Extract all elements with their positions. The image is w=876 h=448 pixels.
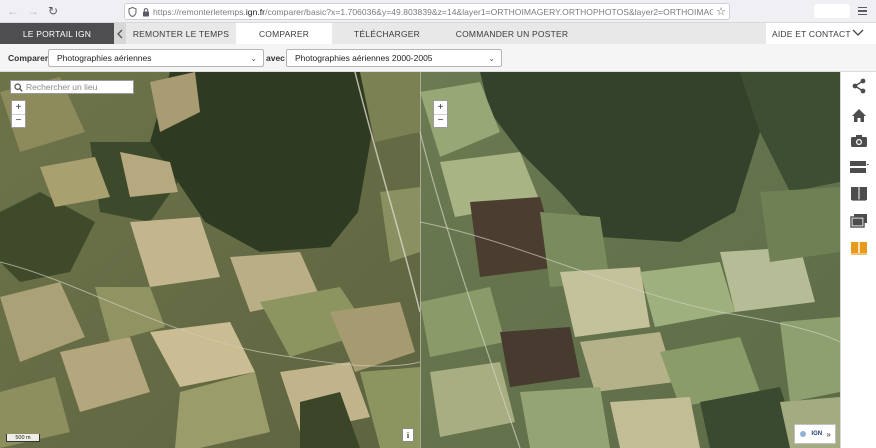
layer1-select[interactable]: Photographies aériennes ⌄ [48, 49, 264, 67]
chevron-down-icon: ⌄ [488, 53, 495, 63]
chevron-down-icon [852, 29, 864, 36]
layer1-value: Photographies aériennes [57, 53, 152, 63]
nav-back-button[interactable] [114, 23, 126, 44]
left-map-panel [0, 72, 421, 448]
book-open-icon [851, 241, 867, 255]
right-zoom-control: + − [433, 100, 448, 128]
compare-divider[interactable] [420, 72, 421, 448]
home-icon [852, 108, 866, 122]
print-button[interactable] [848, 209, 870, 231]
tab-commander-un-poster[interactable]: COMMANDER UN POSTER [442, 23, 582, 44]
reload-icon: ↻ [47, 4, 59, 18]
forward-button[interactable]: → [24, 2, 42, 20]
browser-menu-button[interactable] [856, 3, 870, 19]
camera-icon [851, 135, 867, 147]
info-button[interactable]: i [402, 428, 414, 442]
right-zoom-out-button[interactable]: − [434, 114, 447, 127]
reload-button[interactable]: ↻ [44, 2, 62, 20]
chevron-left-icon [117, 29, 123, 38]
share-icon [852, 78, 866, 94]
left-zoom-in-button[interactable]: + [12, 101, 25, 114]
ign-attribution[interactable]: IGN » [794, 424, 836, 444]
place-search[interactable] [10, 80, 134, 94]
url-text: https://remonterletemps.ign.fr/comparer/… [153, 7, 713, 17]
tab-telecharger[interactable]: TÉLÉCHARGER [332, 23, 442, 44]
home-button[interactable] [848, 104, 870, 126]
arrow-right-icon: → [27, 4, 39, 18]
hamburger-icon [858, 6, 867, 9]
profile-area[interactable] [814, 4, 850, 18]
map-compare-view[interactable]: + − + − 500 m i IGN » [0, 72, 840, 448]
compare-mode-button[interactable] [848, 182, 870, 204]
bookmark-button[interactable]: ☆ [713, 5, 729, 18]
search-input[interactable] [26, 82, 131, 92]
scale-bar: 500 m [6, 434, 40, 442]
layers-icon [850, 161, 869, 173]
guide-button[interactable] [848, 236, 870, 258]
compare-toolbar: Comparer Photographies aériennes ⌄ avec … [0, 44, 876, 72]
lock-icon [139, 5, 153, 19]
help-contact-menu[interactable]: AIDE ET CONTACT [766, 23, 876, 44]
back-button[interactable]: ← [4, 2, 22, 20]
tools-panel [840, 72, 876, 448]
layer2-value: Photographies aériennes 2000-2005 [295, 53, 433, 63]
left-zoom-control: + − [11, 100, 26, 128]
right-zoom-in-button[interactable]: + [434, 101, 447, 114]
layer2-select[interactable]: Photographies aériennes 2000-2005 ⌄ [286, 49, 502, 67]
scale-label: 500 m [15, 434, 31, 441]
book-icon [851, 186, 867, 201]
shield-icon [125, 5, 139, 19]
url-host: ign.fr [245, 6, 266, 17]
photo-button[interactable] [848, 130, 870, 152]
left-zoom-out-button[interactable]: − [12, 114, 25, 127]
chevron-down-icon: ⌄ [250, 53, 257, 63]
hamburger-line [858, 13, 867, 16]
attribution-collapse-button[interactable]: » [826, 430, 830, 439]
compare-label: Comparer [8, 52, 49, 63]
share-button[interactable] [848, 75, 870, 97]
tab-comparer[interactable]: COMPARER [236, 23, 332, 44]
star-icon: ☆ [716, 6, 726, 18]
stack-icon [850, 213, 867, 228]
ign-logo-icon [799, 430, 807, 438]
portal-ign-link[interactable]: LE PORTAIL IGN [0, 23, 114, 44]
layers-button[interactable] [848, 156, 870, 178]
browser-toolbar: ← → ↻ https://remonterletemps.ign.fr/com… [0, 0, 876, 23]
tab-remonter-le-temps[interactable]: REMONTER LE TEMPS [126, 23, 236, 44]
with-label: avec [266, 53, 285, 63]
help-label: AIDE ET CONTACT [772, 28, 851, 39]
url-prefix: https://remonterletemps. [153, 6, 246, 17]
search-icon [14, 82, 23, 92]
url-bar[interactable]: https://remonterletemps.ign.fr/comparer/… [124, 3, 730, 20]
url-path: /comparer/basic?x=1.706036&y=49.803839&z… [265, 6, 713, 17]
main-navigation: LE PORTAIL IGN REMONTER LE TEMPS COMPARE… [0, 23, 876, 44]
ign-logo: IGN [811, 431, 823, 437]
arrow-left-icon: ← [7, 4, 19, 18]
app-window: ← → ↻ https://remonterletemps.ign.fr/com… [0, 0, 876, 448]
hamburger-line [858, 10, 867, 12]
right-map-panel [419, 72, 840, 448]
